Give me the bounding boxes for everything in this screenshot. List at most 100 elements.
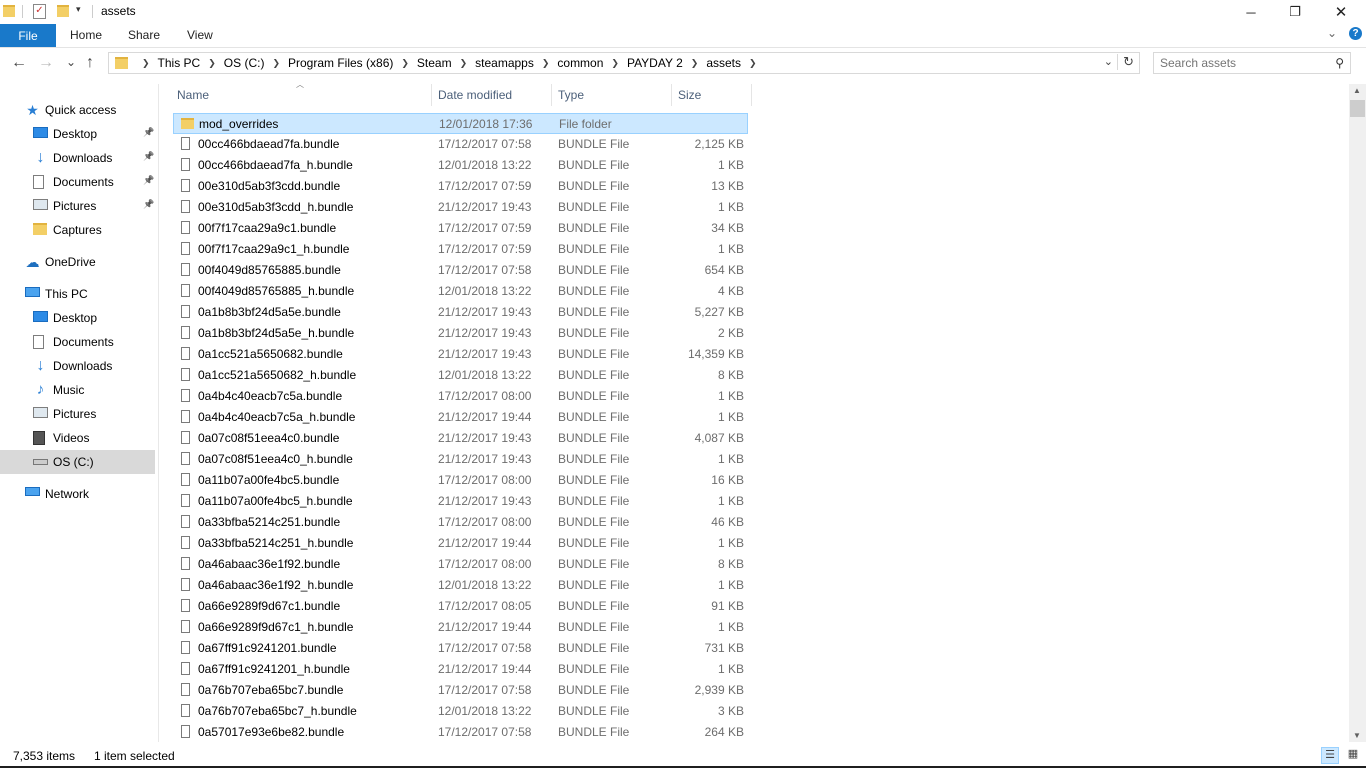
- breadcrumb-this-pc[interactable]: This PC: [153, 56, 206, 70]
- sidebar-item-desktop[interactable]: Desktop 📌: [0, 122, 155, 146]
- up-button[interactable]: ↑: [86, 54, 94, 72]
- address-dropdown-icon[interactable]: ⌄: [1104, 55, 1113, 68]
- file-row[interactable]: 00f7f17caa29a9c1_h.bundle 17/12/2017 07:5…: [173, 239, 748, 260]
- pin-icon[interactable]: 📌: [143, 199, 154, 210]
- sidebar-item-documents[interactable]: Documents: [0, 330, 155, 354]
- column-date-modified[interactable]: Date modified: [432, 84, 552, 106]
- file-row[interactable]: 0a57017e93e6be82.bundle 17/12/2017 07:58 B…: [173, 722, 748, 743]
- scroll-up-icon[interactable]: ▲: [1353, 86, 1361, 95]
- tab-share[interactable]: Share: [128, 28, 160, 42]
- sidebar-item-os-c[interactable]: OS (C:): [0, 450, 155, 474]
- chevron-right-icon[interactable]: ❯: [608, 58, 622, 69]
- search-icon[interactable]: ⚲: [1335, 56, 1344, 70]
- pane-divider[interactable]: [158, 84, 159, 742]
- breadcrumb-steamapps[interactable]: steamapps: [470, 56, 539, 70]
- chevron-right-icon[interactable]: ❯: [398, 58, 412, 69]
- file-row[interactable]: 0a46abaac36e1f92.bundle 17/12/2017 08:00 B…: [173, 554, 748, 575]
- breadcrumb-os-c[interactable]: OS (C:): [219, 56, 270, 70]
- breadcrumb-steam[interactable]: Steam: [412, 56, 457, 70]
- sidebar-item-captures[interactable]: Captures: [0, 218, 155, 242]
- file-row[interactable]: 0a11b07a00fe4bc5.bundle 17/12/2017 08:00 B…: [173, 470, 748, 491]
- file-row[interactable]: 0a11b07a00fe4bc5_h.bundle 21/12/2017 19:4…: [173, 491, 748, 512]
- qat-customize-icon[interactable]: ▾: [76, 4, 81, 19]
- column-type[interactable]: Type: [552, 84, 672, 106]
- address-bar[interactable]: ❯ This PC ❯ OS (C:) ❯ Program Files (x86…: [108, 52, 1140, 74]
- breadcrumb-assets[interactable]: assets: [701, 56, 746, 70]
- chevron-right-icon[interactable]: ❯: [205, 58, 219, 69]
- file-row[interactable]: 0a66e9289f9d67c1_h.bundle 21/12/2017 19:4…: [173, 617, 748, 638]
- tab-view[interactable]: View: [187, 28, 213, 42]
- chevron-right-icon[interactable]: ❯: [539, 58, 553, 69]
- chevron-right-icon[interactable]: ❯: [688, 58, 702, 69]
- chevron-right-icon[interactable]: ❯: [457, 58, 471, 69]
- file-row[interactable]: 0a33bfba5214c251_h.bundle 21/12/2017 19:4…: [173, 533, 748, 554]
- vertical-scrollbar[interactable]: ▲ ▼: [1349, 84, 1366, 742]
- sidebar-item-quick-access[interactable]: ★ Quick access: [0, 98, 155, 122]
- minimize-button[interactable]: ─: [1228, 0, 1274, 24]
- file-row[interactable]: mod_overrides 12/01/2018 17:36 File folder: [173, 113, 748, 134]
- large-icons-view-icon[interactable]: ▦: [1344, 747, 1362, 764]
- file-row[interactable]: 0a1cc521a5650682_h.bundle 12/01/2018 13:2…: [173, 365, 748, 386]
- details-view-icon[interactable]: ☰: [1321, 747, 1339, 764]
- file-row[interactable]: 00e310d5ab3f3cdd_h.bundle 21/12/2017 19:4…: [173, 197, 748, 218]
- search-input[interactable]: [1160, 56, 1320, 70]
- sidebar-item-pictures[interactable]: Pictures 📌: [0, 194, 155, 218]
- sidebar-item-downloads[interactable]: ↓ Downloads 📌: [0, 146, 155, 170]
- breadcrumb-program-files[interactable]: Program Files (x86): [283, 56, 398, 70]
- file-row[interactable]: 00f4049d85765885_h.bundle 12/01/2018 13:2…: [173, 281, 748, 302]
- file-row[interactable]: 0a67ff91c9241201.bundle 17/12/2017 07:58 B…: [173, 638, 748, 659]
- sidebar-item-onedrive[interactable]: ☁ OneDrive: [0, 250, 155, 274]
- sidebar-item-network[interactable]: Network: [0, 482, 155, 506]
- file-row[interactable]: 0a76b707eba65bc7.bundle 17/12/2017 07:58 B…: [173, 680, 748, 701]
- file-row[interactable]: 0a1b8b3bf24d5a5e_h.bundle 21/12/2017 19:4…: [173, 323, 748, 344]
- sidebar-item-music[interactable]: ♪ Music: [0, 378, 155, 402]
- forward-button[interactable]: →: [38, 54, 54, 72]
- pin-icon[interactable]: 📌: [143, 151, 154, 162]
- chevron-right-icon[interactable]: ❯: [746, 58, 760, 69]
- file-row[interactable]: 0a46abaac36e1f92_h.bundle 12/01/2018 13:2…: [173, 575, 748, 596]
- chevron-right-icon[interactable]: ❯: [139, 58, 153, 69]
- pin-icon[interactable]: 📌: [143, 175, 154, 186]
- new-folder-icon[interactable]: [57, 5, 69, 17]
- file-row[interactable]: 0a76b707eba65bc7_h.bundle 12/01/2018 13:2…: [173, 701, 748, 722]
- restore-button[interactable]: ❐: [1272, 0, 1318, 24]
- search-box[interactable]: ⚲: [1153, 52, 1351, 74]
- file-row[interactable]: 0a07c08f51eea4c0_h.bundle 21/12/2017 19:4…: [173, 449, 748, 470]
- tab-home[interactable]: Home: [70, 28, 102, 42]
- file-row[interactable]: 0a66e9289f9d67c1.bundle 17/12/2017 08:05 B…: [173, 596, 748, 617]
- file-row[interactable]: 00cc466bdaead7fa_h.bundle 12/01/2018 13:2…: [173, 155, 748, 176]
- file-row[interactable]: 00f7f17caa29a9c1.bundle 17/12/2017 07:59 B…: [173, 218, 748, 239]
- file-row[interactable]: 00f4049d85765885.bundle 17/12/2017 07:58 B…: [173, 260, 748, 281]
- scroll-down-icon[interactable]: ▼: [1353, 731, 1361, 740]
- sidebar-item-documents[interactable]: Documents 📌: [0, 170, 155, 194]
- pin-icon[interactable]: 📌: [143, 127, 154, 138]
- refresh-icon[interactable]: ↻: [1117, 54, 1134, 70]
- breadcrumb-payday-2[interactable]: PAYDAY 2: [622, 56, 688, 70]
- sidebar-item-videos[interactable]: Videos: [0, 426, 155, 450]
- sidebar-item-downloads[interactable]: ↓ Downloads: [0, 354, 155, 378]
- chevron-right-icon[interactable]: ❯: [269, 58, 283, 69]
- file-row[interactable]: 0a33bfba5214c251.bundle 17/12/2017 08:00 B…: [173, 512, 748, 533]
- file-row[interactable]: 0a07c08f51eea4c0.bundle 21/12/2017 19:43 B…: [173, 428, 748, 449]
- file-row[interactable]: 00e310d5ab3f3cdd.bundle 17/12/2017 07:59 B…: [173, 176, 748, 197]
- sidebar-item-desktop[interactable]: Desktop: [0, 306, 155, 330]
- file-name: 0a07c08f51eea4c0.bundle: [198, 431, 340, 445]
- properties-icon[interactable]: ✓: [33, 4, 46, 19]
- column-size[interactable]: Size: [672, 84, 752, 106]
- file-row[interactable]: 0a1cc521a5650682.bundle 21/12/2017 19:43 B…: [173, 344, 748, 365]
- file-row[interactable]: 0a67ff91c9241201_h.bundle 21/12/2017 19:4…: [173, 659, 748, 680]
- help-icon[interactable]: ?: [1349, 27, 1362, 40]
- file-row[interactable]: 0a4b4c40eacb7c5a.bundle 17/12/2017 08:00 B…: [173, 386, 748, 407]
- file-row[interactable]: 00cc466bdaead7fa.bundle 17/12/2017 07:58 B…: [173, 134, 748, 155]
- tab-file[interactable]: File: [0, 24, 56, 47]
- scrollbar-thumb[interactable]: [1350, 100, 1365, 117]
- sidebar-item-pictures[interactable]: Pictures: [0, 402, 155, 426]
- file-row[interactable]: 0a4b4c40eacb7c5a_h.bundle 21/12/2017 19:4…: [173, 407, 748, 428]
- sidebar-item-this-pc[interactable]: This PC: [0, 282, 155, 306]
- breadcrumb-common[interactable]: common: [552, 56, 608, 70]
- recent-locations-button[interactable]: ⌄: [66, 55, 76, 69]
- back-button[interactable]: ←: [11, 54, 27, 72]
- expand-ribbon-icon[interactable]: ⌄: [1327, 26, 1337, 40]
- close-button[interactable]: ✕: [1318, 0, 1364, 24]
- file-row[interactable]: 0a1b8b3bf24d5a5e.bundle 21/12/2017 19:43 B…: [173, 302, 748, 323]
